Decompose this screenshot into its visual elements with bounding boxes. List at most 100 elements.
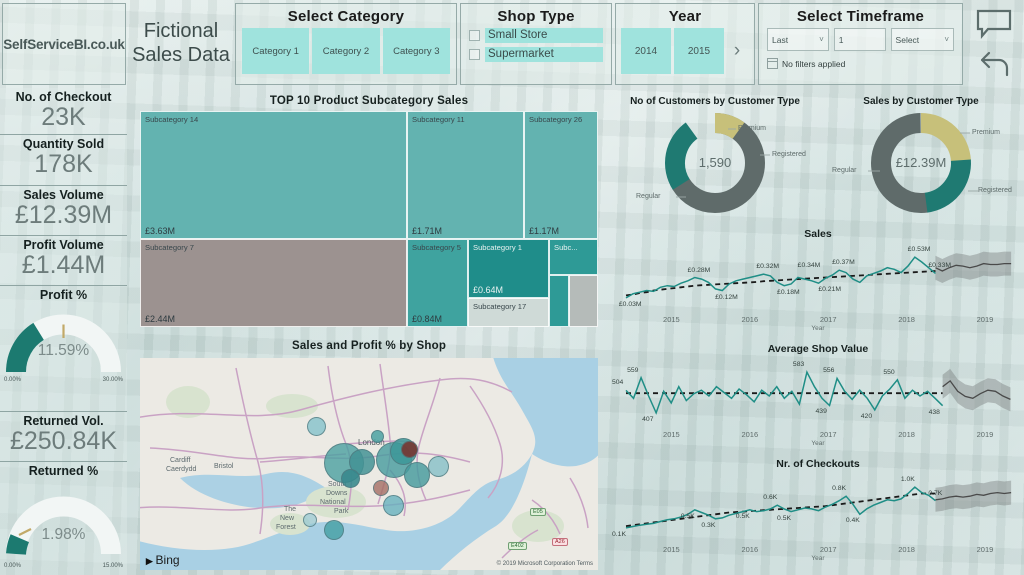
line-chart-x-axis: Year 2015 2016 2017 2018 2019 [612, 315, 1024, 335]
checkbox-icon[interactable] [469, 30, 480, 41]
kpi-value: £12.39M [14, 201, 113, 230]
map-label-national: National [320, 499, 346, 506]
category-chip-list: Category 1 Category 2 Category 3 [236, 28, 456, 74]
treemap-tile-subcategory-14[interactable]: Subcategory 14 £3.63M [140, 111, 407, 239]
data-label: 0.5K [777, 514, 792, 522]
map-bubble[interactable] [428, 456, 449, 477]
map-shield-e05: E05 [530, 508, 546, 516]
x-axis-tick: 2016 [741, 315, 759, 324]
line-chart-sales: Sales £0.03M £0.28M £0.12M £0.32M £0.18M £0.3… [612, 228, 1024, 343]
tile-name: Subc... [554, 243, 578, 252]
data-label: 1.0K [900, 476, 915, 484]
timeframe-unit-dropdown[interactable]: Select ˅ [890, 28, 954, 51]
map-bubble[interactable] [303, 513, 317, 527]
calendar-icon [767, 58, 778, 69]
map-bubble[interactable] [404, 462, 430, 488]
kpi-card-no-of-checkout[interactable]: No. of Checkout 23K [0, 88, 127, 135]
shop-type-title: Shop Type [497, 8, 575, 25]
map-bubble[interactable] [371, 430, 384, 443]
tile-value: £1.71M [412, 226, 443, 236]
line-chart-plot[interactable]: £0.03M £0.28M £0.12M £0.32M £0.18M £0.34M £0.2… [612, 240, 1024, 315]
gauge-card-profit-pct[interactable]: Profit % 11.59% 0.00% 30.00% [0, 286, 127, 412]
report-title-line2: Sales Data [132, 44, 230, 66]
gauge-returned-pct: 1.98% 0.00% 15.00% [0, 478, 127, 570]
line-chart-nr-of-checkouts: Nr. of Checkouts 0.1K 0.5K 0.3K 0.5K 0.6K 0.5… [612, 458, 1024, 573]
timeframe-amount-input[interactable]: 1 [833, 28, 886, 51]
line-chart-title: Sales [804, 228, 832, 240]
treemap-tile-subcategory-5[interactable]: Subcategory 5 £0.84M [407, 239, 468, 327]
shop-type-label-supermarket: Supermarket [485, 47, 603, 62]
line-chart-title: Average Shop Value [767, 343, 869, 355]
kpi-label: Profit Volume [23, 238, 104, 252]
gauge-value: 1.98% [41, 526, 86, 544]
map-bubble-negative[interactable] [373, 480, 389, 496]
data-label: £0.34M [797, 261, 821, 269]
data-label: 407 [642, 415, 654, 423]
treemap-tile-small-a[interactable] [549, 275, 569, 327]
donut-plot[interactable]: 1,590 Premium Registered Regular [612, 107, 818, 217]
map-canvas[interactable]: Cardiff Caerdydd Bristol London South Do… [140, 358, 598, 570]
year-chip-2015[interactable]: 2015 [674, 28, 724, 74]
treemap-tile-subcategory-26[interactable]: Subcategory 26 £1.17M [524, 111, 598, 239]
year-chip-2014[interactable]: 2014 [621, 28, 671, 74]
tile-value: £2.44M [145, 314, 176, 324]
map-shield-e402: E402 [508, 542, 527, 550]
map-bubble-negative[interactable] [401, 441, 418, 458]
treemap-tile-subcategory-1[interactable]: Subcategory 1 £0.64M [468, 239, 549, 298]
gauge-arc [5, 314, 121, 373]
report-title: Fictional Sales Data [132, 20, 230, 67]
timeframe-relation-dropdown[interactable]: Last ˅ [767, 28, 829, 51]
donut-legend-registered: Registered [978, 187, 1012, 194]
map-bubble[interactable] [341, 469, 360, 488]
chevron-right-icon[interactable]: › [727, 28, 747, 74]
tile-value: £1.17M [529, 226, 560, 236]
shop-type-option-small-store[interactable]: Small Store [461, 27, 611, 44]
shop-type-label-small-store: Small Store [485, 28, 603, 43]
comment-bubble-icon[interactable] [976, 9, 1012, 39]
treemap-tile-small-b[interactable] [569, 275, 598, 327]
data-label: £0.03M [618, 300, 642, 308]
line-chart-svg [625, 368, 1011, 415]
treemap-tile-subcategory-7[interactable]: Subcategory 7 £2.44M [140, 239, 407, 327]
undo-arrow-icon[interactable] [977, 50, 1011, 80]
treemap-tile-subcategory-abbrev[interactable]: Subc... [549, 239, 598, 275]
slicer-select-timeframe: Select Timeframe Last ˅ 1 Select ˅ No fi… [758, 3, 963, 85]
kpi-card-returned-vol[interactable]: Returned Vol. £250.84K [0, 412, 127, 462]
timeframe-amount-value: 1 [838, 34, 844, 45]
line-chart-plot[interactable]: 504 559 407 583 439 556 420 550 438 [612, 355, 1024, 430]
category-chip-3[interactable]: Category 3 [382, 28, 450, 74]
kpi-sidebar: No. of Checkout 23K Quantity Sold 178K S… [0, 88, 127, 575]
data-label: 420 [860, 412, 873, 420]
timeframe-relation-value: Last [772, 34, 789, 45]
checkbox-icon[interactable] [469, 49, 480, 60]
slicer-year: Year 2014 2015 › [615, 3, 755, 85]
timeframe-filter-note: No filters applied [759, 58, 962, 69]
category-chip-1[interactable]: Category 1 [242, 28, 310, 74]
map-label-park: Park [334, 508, 349, 515]
chevron-down-icon: ˅ [944, 35, 949, 44]
kpi-card-sales-volume[interactable]: Sales Volume £12.39M [0, 186, 127, 236]
gauge-card-returned-pct[interactable]: Returned % 1.98% 0.00% 15.00% [0, 462, 127, 575]
treemap-tile-subcategory-17[interactable]: Subcategory 17 [468, 298, 549, 327]
kpi-label: No. of Checkout [15, 90, 112, 104]
map-bubble[interactable] [307, 417, 326, 436]
line-chart-plot[interactable]: 0.1K 0.5K 0.3K 0.5K 0.6K 0.5K 0.8K 0.4K 1.0K 0.7K [612, 470, 1024, 545]
data-label: 439 [815, 408, 827, 416]
donut-plot[interactable]: £12.39M Premium Registered Regular [818, 107, 1024, 217]
data-label: 0.4K [845, 517, 860, 525]
category-chip-2[interactable]: Category 2 [312, 28, 380, 74]
map-bubble[interactable] [324, 520, 344, 540]
kpi-value: £250.84K [9, 427, 118, 456]
tile-name: Subcategory 5 [412, 243, 461, 252]
kpi-value: £1.44M [21, 251, 106, 280]
treemap-tile-subcategory-11[interactable]: Subcategory 11 £1.71M [407, 111, 524, 239]
bing-logo[interactable]: ▸ Bing [146, 553, 180, 567]
data-label: 559 [627, 366, 639, 374]
donut-customers-by-type: No of Customers by Customer Type 1,590 P… [612, 96, 818, 217]
shop-type-option-supermarket[interactable]: Supermarket [461, 46, 611, 63]
kpi-card-quantity-sold[interactable]: Quantity Sold 178K [0, 135, 127, 186]
map-bubble[interactable] [383, 495, 404, 516]
map-title: Sales and Profit % by Shop [291, 340, 447, 352]
data-label: £0.12M [715, 293, 738, 301]
kpi-card-profit-volume[interactable]: Profit Volume £1.44M [0, 236, 127, 286]
